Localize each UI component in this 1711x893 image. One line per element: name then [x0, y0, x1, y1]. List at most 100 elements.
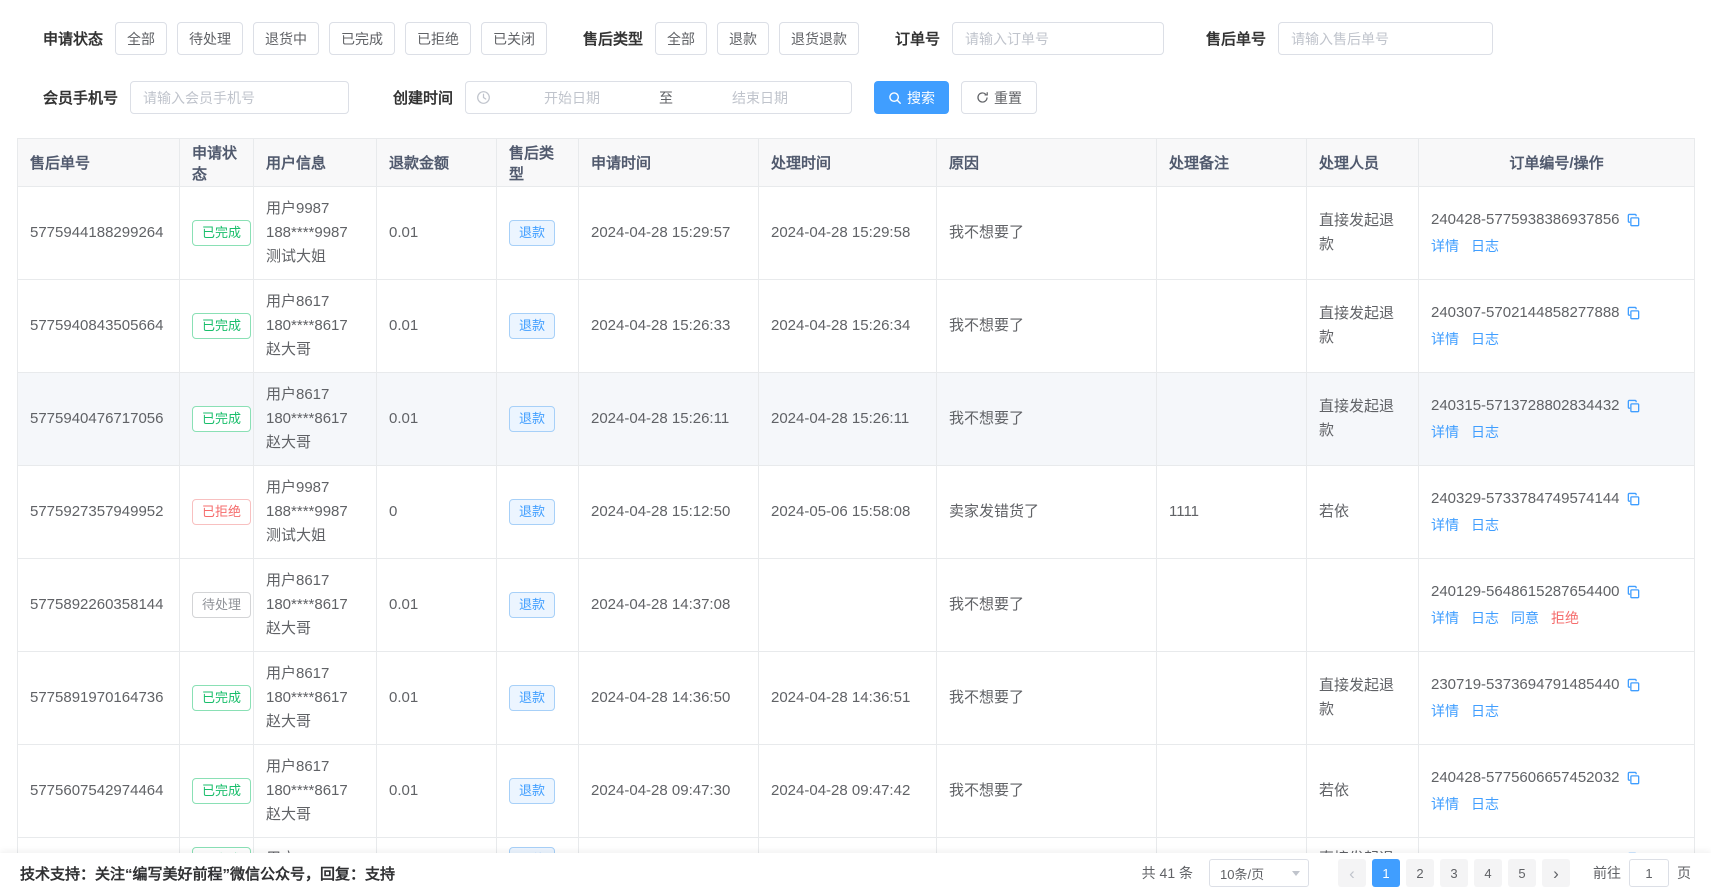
total-count: 共 41 条: [1142, 863, 1193, 883]
page-jump-input[interactable]: [1629, 859, 1669, 887]
filter-row-2: 会员手机号 创建时间 开始日期 至 结束日期 搜索 重置: [17, 81, 1694, 114]
apply-status-option-3[interactable]: 已完成: [329, 22, 395, 55]
copy-icon[interactable]: [1626, 399, 1641, 414]
page-number-button[interactable]: 1: [1372, 859, 1400, 887]
copy-icon[interactable]: [1626, 771, 1641, 786]
action-link[interactable]: 同意: [1511, 606, 1539, 630]
aftersale-no-input[interactable]: [1278, 22, 1493, 55]
copy-icon[interactable]: [1626, 585, 1641, 600]
apply-status-option-4[interactable]: 已拒绝: [405, 22, 471, 55]
user-info: 用户8617180****8617赵大哥: [266, 569, 364, 641]
member-phone-input[interactable]: [130, 81, 349, 114]
action-link[interactable]: 日志: [1471, 606, 1499, 630]
aftersale-no-value: 5775940843505664: [30, 314, 167, 338]
action-link[interactable]: 详情: [1431, 234, 1459, 258]
action-link[interactable]: 日志: [1471, 327, 1499, 351]
action-link[interactable]: 详情: [1431, 513, 1459, 537]
table-row[interactable]: 5775927357949952 已拒绝 用户9987188****9987测试…: [18, 466, 1695, 559]
end-date-placeholder[interactable]: 结束日期: [679, 88, 841, 108]
member-phone-label: 会员手机号: [43, 87, 118, 108]
apply-time-value: 2024-04-28 15:26:33: [591, 314, 746, 338]
table-row[interactable]: 5775892260358144 待处理 用户8617180****8617赵大…: [18, 559, 1695, 652]
status-badge: 已完成: [192, 313, 251, 339]
table-row[interactable]: 5775891970164736 已完成 用户8617180****8617赵大…: [18, 652, 1695, 745]
status-badge: 已完成: [192, 685, 251, 711]
search-button[interactable]: 搜索: [874, 81, 949, 114]
prev-page-button[interactable]: ‹: [1338, 859, 1366, 887]
row-actions: 详情日志: [1431, 420, 1682, 444]
action-link[interactable]: 详情: [1431, 606, 1459, 630]
user-info: 用户8617180****8617赵大哥: [266, 383, 364, 455]
action-link[interactable]: 日志: [1471, 792, 1499, 816]
copy-icon[interactable]: [1626, 213, 1641, 228]
apply-status-option-1[interactable]: 待处理: [177, 22, 243, 55]
refund-amount-value: 0.01: [389, 314, 484, 338]
apply-status-option-5[interactable]: 已关闭: [481, 22, 547, 55]
order-no-value: 240307-5702144858277888: [1431, 301, 1620, 325]
action-link[interactable]: 详情: [1431, 420, 1459, 444]
apply-status-options: 全部待处理退货中已完成已拒绝已关闭: [115, 22, 547, 55]
table-row[interactable]: 5775940476717056 已完成 用户8617180****8617赵大…: [18, 373, 1695, 466]
page-size-select[interactable]: 10条/页: [1209, 859, 1309, 887]
apply-status-option-2[interactable]: 退货中: [253, 22, 319, 55]
page-number-button[interactable]: 5: [1508, 859, 1536, 887]
pagination: 共 41 条 10条/页 ‹ 12345 › 前往 页: [1142, 859, 1691, 887]
action-link[interactable]: 日志: [1471, 420, 1499, 444]
aftersale-type-option-0[interactable]: 全部: [655, 22, 707, 55]
page-number-button[interactable]: 3: [1440, 859, 1468, 887]
table-row[interactable]: 5775940843505664 已完成 用户8617180****8617赵大…: [18, 280, 1695, 373]
copy-icon[interactable]: [1626, 492, 1641, 507]
user-info: 用户9987188****9987测试大姐: [266, 197, 364, 269]
aftersale-type-option-2[interactable]: 退货退款: [779, 22, 859, 55]
jump-prefix: 前往: [1593, 863, 1621, 883]
order-no-label: 订单号: [895, 28, 940, 49]
order-no-input[interactable]: [952, 22, 1164, 55]
action-link[interactable]: 日志: [1471, 234, 1499, 258]
aftersale-no-value: 5775944188299264: [30, 221, 167, 245]
filter-panel: 申请状态 全部待处理退货中已完成已拒绝已关闭 售后类型 全部退款退货退款 订单号…: [0, 0, 1711, 114]
col-aftersale-no: 售后单号: [18, 139, 180, 187]
filter-order-no: 订单号: [895, 22, 1164, 55]
action-link[interactable]: 拒绝: [1551, 606, 1579, 630]
next-page-button[interactable]: ›: [1542, 859, 1570, 887]
page-number-button[interactable]: 4: [1474, 859, 1502, 887]
reason-value: 我不想要了: [949, 221, 1144, 245]
user-info: 用户9987188****9987测试大姐: [266, 476, 364, 548]
copy-icon[interactable]: [1626, 678, 1641, 693]
clock-icon: [476, 90, 491, 105]
apply-time-value: 2024-04-28 15:29:57: [591, 221, 746, 245]
row-actions: 详情日志: [1431, 513, 1682, 537]
reason-value: 我不想要了: [949, 686, 1144, 710]
col-order-no-actions: 订单编号/操作: [1419, 139, 1695, 187]
col-handler: 处理人员: [1307, 139, 1419, 187]
row-actions: 详情日志: [1431, 699, 1682, 723]
filter-member-phone: 会员手机号: [43, 81, 349, 114]
handler-value: 直接发起退款: [1319, 674, 1406, 722]
page-number-button[interactable]: 2: [1406, 859, 1434, 887]
filter-apply-status: 申请状态 全部待处理退货中已完成已拒绝已关闭: [43, 22, 547, 55]
reset-button[interactable]: 重置: [961, 81, 1037, 114]
table-row[interactable]: 5775944188299264 已完成 用户9987188****9987测试…: [18, 187, 1695, 280]
refund-amount-value: 0: [389, 500, 484, 524]
action-link[interactable]: 详情: [1431, 792, 1459, 816]
table-container: 售后单号 申请状态 用户信息 退款金额 售后类型 申请时间 处理时间 原因 处理…: [17, 138, 1694, 893]
aftersale-no-label: 售后单号: [1206, 28, 1266, 49]
table-row[interactable]: 5775607542974464 已完成 用户8617180****8617赵大…: [18, 745, 1695, 838]
copy-icon[interactable]: [1626, 306, 1641, 321]
handle-time-value: 2024-05-06 15:58:08: [771, 500, 924, 524]
action-link[interactable]: 日志: [1471, 699, 1499, 723]
action-link[interactable]: 日志: [1471, 513, 1499, 537]
refund-amount-value: 0.01: [389, 779, 484, 803]
date-range-picker[interactable]: 开始日期 至 结束日期: [465, 81, 852, 114]
start-date-placeholder[interactable]: 开始日期: [491, 88, 653, 108]
reason-value: 我不想要了: [949, 593, 1144, 617]
action-link[interactable]: 详情: [1431, 699, 1459, 723]
col-apply-status: 申请状态: [180, 139, 254, 187]
type-badge: 退款: [509, 313, 555, 339]
action-link[interactable]: 详情: [1431, 327, 1459, 351]
reason-value: 卖家发错货了: [949, 500, 1144, 524]
apply-status-option-0[interactable]: 全部: [115, 22, 167, 55]
aftersale-type-option-1[interactable]: 退款: [717, 22, 769, 55]
user-info: 用户8617180****8617赵大哥: [266, 755, 364, 827]
reason-value: 我不想要了: [949, 779, 1144, 803]
